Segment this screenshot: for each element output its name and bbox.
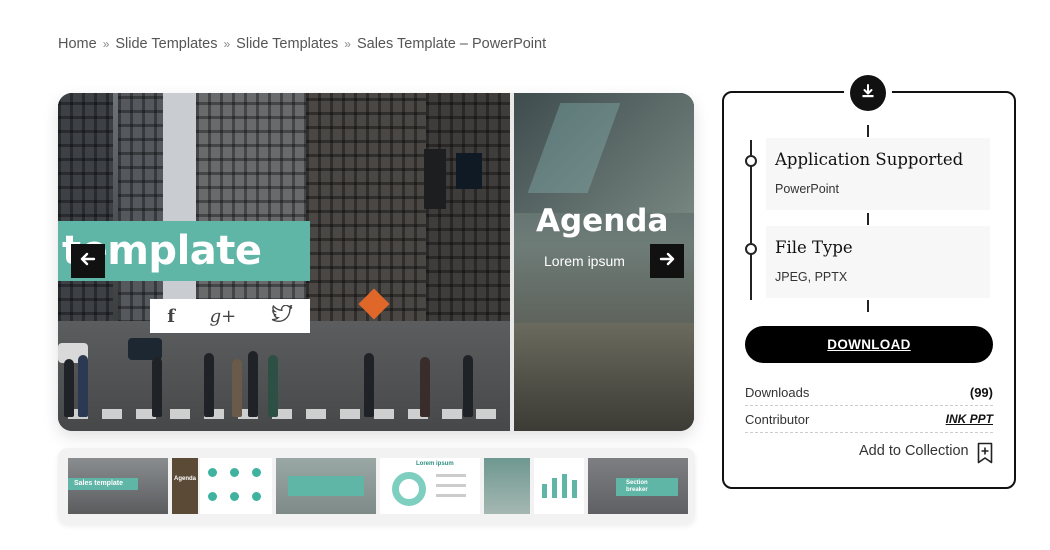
download-button[interactable]: DOWNLOAD [745,326,993,363]
thumb-dot [208,492,217,501]
download-icon [860,83,876,104]
building [306,93,426,353]
agenda-title: Agenda [536,203,669,239]
thumb-dot [230,468,239,477]
carousel-prev-button[interactable] [71,244,105,278]
thumb-donut [392,472,426,506]
thumbnail-slide-6[interactable] [484,458,530,514]
thumbnail-label: Lorem ipsum [416,461,454,467]
thumbnail-slide-7[interactable] [534,458,584,514]
mall-floor [514,323,694,431]
info-card-filetype: File Type JPEG, PPTX [766,226,990,298]
info-title: File Type [775,238,853,257]
arrow-right-icon [659,251,675,272]
timeline-tick [867,300,869,312]
crosswalk [68,409,508,419]
thumbnail-slide-2[interactable]: Agenda [172,458,198,514]
downloads-label: Downloads [745,385,810,400]
thumb-bar [542,484,547,498]
template-preview-carousel: template f g+ Agenda Lorem ipsum [58,93,694,431]
pedestrian [232,359,242,417]
breadcrumb-current: Sales Template – PowerPoint [356,36,547,52]
thumb-dot [252,468,261,477]
breadcrumb-separator: » [102,37,110,51]
contributor-label: Contributor [745,412,810,427]
google-plus-icon: g+ [209,305,237,327]
thumb-dot [208,468,217,477]
agenda-subtitle: Lorem ipsum [544,253,625,269]
pedestrian [204,353,214,417]
preview-slide-main: template f g+ [58,93,510,431]
pedestrian [64,359,74,417]
pedestrian [248,351,258,417]
thumb-bar [572,480,577,498]
contributor-row: Contributor INK PPT [745,407,993,433]
pedestrian [463,355,473,417]
timeline-node [745,243,757,255]
thumbnail-strip: Sales template Agenda Lorem ipsum Sectio… [58,448,695,524]
contributor-link[interactable]: INK PPT [946,412,993,426]
download-badge [850,75,886,111]
thumbnail-slide-4[interactable] [276,458,376,514]
thumb-band [288,476,364,496]
thumb-line [436,484,466,487]
arrow-left-icon [80,251,96,272]
info-card-application: Application Supported PowerPoint [766,138,990,210]
building [426,93,510,343]
breadcrumb: Home » Slide Templates » Slide Templates » Sal… [58,36,546,52]
facebook-icon: f [167,305,176,327]
thumb-bar [562,474,567,498]
carousel-next-button[interactable] [650,244,684,278]
thumb-dot [230,492,239,501]
building [58,93,113,343]
pedestrian [152,357,162,417]
banner-sign [456,153,482,189]
pedestrian [78,355,88,417]
add-to-collection-button[interactable]: Add to Collection [859,443,969,459]
timeline-node [745,155,757,167]
pedestrian [268,355,278,417]
timeline-tick [867,125,869,137]
building [118,93,163,323]
downloads-row: Downloads (99) [745,380,993,406]
breadcrumb-separator: » [344,37,351,51]
pedestrian [364,353,374,417]
social-band: f g+ [150,299,310,333]
info-value: PowerPoint [775,182,839,196]
twitter-icon [271,303,293,328]
thumb-line [436,474,466,477]
info-title: Application Supported [775,150,964,169]
breadcrumb-slide-templates-2[interactable]: Slide Templates [236,36,338,52]
thumbnail-slide-3[interactable] [200,458,272,514]
banner-sign [424,149,446,209]
breadcrumb-separator: » [223,37,231,51]
pedestrian [420,357,430,417]
thumbnail-label: Section breaker [626,480,648,493]
info-value: JPEG, PPTX [775,270,848,284]
thumb-bar [552,478,557,498]
thumb-line [436,494,466,497]
thumbnail-label: Sales template [74,480,124,487]
breadcrumb-home[interactable]: Home [58,36,97,52]
thumbnail-slide-1[interactable]: Sales template [68,458,168,514]
timeline-tick [867,213,869,225]
thumbnail-label: Agenda [174,476,197,482]
bookmark-plus-icon[interactable] [977,442,993,464]
downloads-count: (99) [969,385,993,400]
breadcrumb-slide-templates[interactable]: Slide Templates [115,36,217,52]
sky [163,93,198,323]
thumb-dot [252,492,261,501]
thumbnail-slide-8[interactable]: Section breaker [588,458,688,514]
thumbnail-slide-5[interactable]: Lorem ipsum [380,458,480,514]
